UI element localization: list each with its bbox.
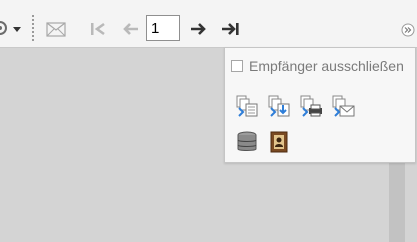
merge-to-email-icon[interactable] <box>331 94 355 118</box>
merge-to-printer-icon[interactable] <box>299 94 323 118</box>
envelope-icon[interactable] <box>44 19 68 39</box>
merge-to-document-icon[interactable] <box>235 94 259 118</box>
page-number-input[interactable] <box>146 15 180 41</box>
gear-icon[interactable] <box>0 18 10 38</box>
dropdown-arrow-icon[interactable] <box>12 24 22 34</box>
database-icon[interactable] <box>235 130 259 154</box>
last-page-icon[interactable] <box>220 19 242 39</box>
address-book-icon[interactable] <box>267 130 291 154</box>
exclude-recipients-option[interactable]: Empfänger ausschließen <box>231 58 404 74</box>
first-page-icon[interactable] <box>87 19 109 39</box>
merge-to-file-icon[interactable] <box>267 94 291 118</box>
merge-dropdown-panel: Empfänger ausschließen <box>224 47 416 163</box>
toolbar-separator <box>32 15 34 41</box>
overflow-icon[interactable] <box>400 22 416 38</box>
vertical-scrollbar[interactable] <box>389 163 405 242</box>
toolbar <box>0 0 417 48</box>
exclude-recipients-checkbox[interactable] <box>231 60 243 72</box>
exclude-recipients-label: Empfänger ausschließen <box>249 58 404 74</box>
next-page-icon[interactable] <box>187 19 209 39</box>
previous-page-icon[interactable] <box>120 19 142 39</box>
